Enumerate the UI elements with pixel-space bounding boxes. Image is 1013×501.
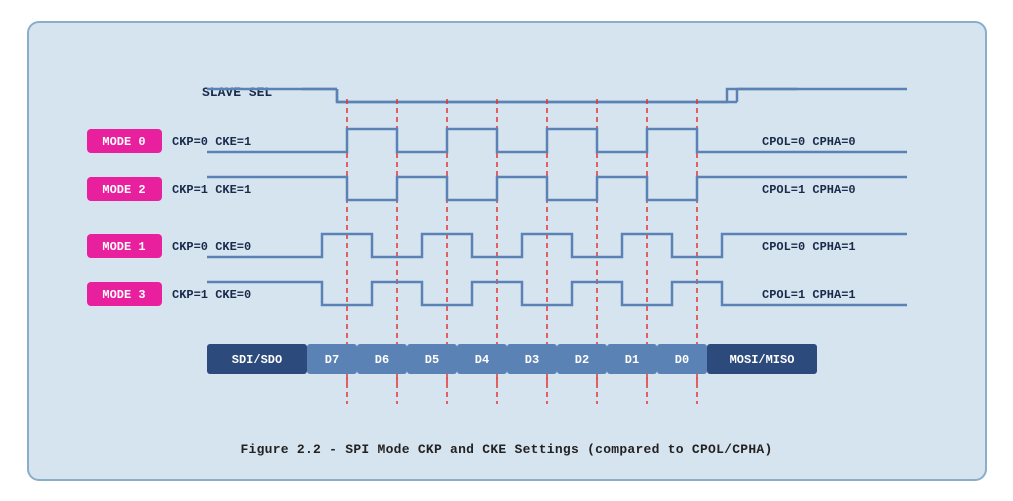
d3-label: D3 [524, 353, 538, 367]
d4-label: D4 [474, 353, 488, 367]
timing-diagram-svg: SLAVE SEL [47, 44, 967, 434]
diagram-container: SLAVE SEL [27, 21, 987, 481]
d6-label: D6 [374, 353, 388, 367]
mode2-label: MODE 2 [102, 183, 145, 197]
d0-label: D0 [674, 353, 688, 367]
mode0-label: MODE 0 [102, 135, 145, 149]
mode3-label: MODE 3 [102, 288, 145, 302]
mode2-right: CPOL=1 CPHA=0 [762, 183, 856, 197]
sdi-sdo-label: SDI/SDO [231, 353, 281, 367]
figure-caption: Figure 2.2 - SPI Mode CKP and CKE Settin… [240, 442, 772, 457]
diagram-area: SLAVE SEL [47, 44, 967, 434]
mosi-miso-label: MOSI/MISO [729, 353, 794, 367]
d2-label: D2 [574, 353, 588, 367]
d1-label: D1 [624, 353, 638, 367]
mode1-right: CPOL=0 CPHA=1 [762, 240, 856, 254]
d5-label: D5 [424, 353, 438, 367]
mode3-params: CKP=1 CKE=0 [172, 288, 251, 302]
slave-sel-label: SLAVE SEL [202, 85, 272, 100]
mode1-params: CKP=0 CKE=0 [172, 240, 251, 254]
mode3-right: CPOL=1 CPHA=1 [762, 288, 856, 302]
d7-label: D7 [324, 353, 338, 367]
mode2-params: CKP=1 CKE=1 [172, 183, 251, 197]
mode0-params: CKP=0 CKE=1 [172, 135, 251, 149]
mode1-label: MODE 1 [102, 240, 145, 254]
mode0-right: CPOL=0 CPHA=0 [762, 135, 856, 149]
